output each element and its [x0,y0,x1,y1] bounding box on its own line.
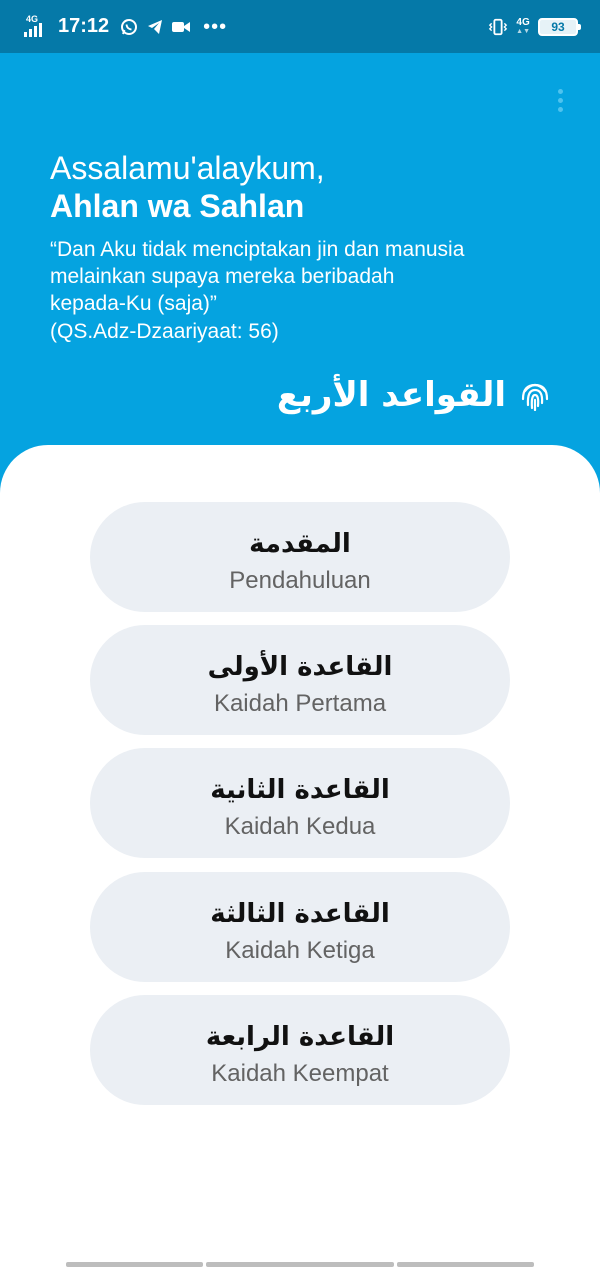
video-camera-icon [171,17,191,37]
navigation-handle [0,1261,600,1267]
menu-panel: المقدمة Pendahuluan القاعدة الأولى Kaida… [0,445,600,1267]
menu-card-arabic: القاعدة الثالثة [210,899,390,929]
menu-card-arabic: القاعدة الأولى [207,652,393,682]
menu-card-label: Pendahuluan [229,567,371,594]
menu-card-kaidah-keempat[interactable]: القاعدة الرابعة Kaidah Keempat [90,995,510,1105]
app-title: القواعد الأربع [276,375,506,415]
network-type-right: 4G ▲▼ [516,17,530,36]
status-bar-right: 4G ▲▼ 93 [488,17,581,37]
greeting-bold-text: Ahlan wa Sahlan [50,188,305,224]
network-type-right-label: 4G [516,17,530,28]
menu-card-kaidah-pertama[interactable]: القاعدة الأولى Kaidah Pertama [90,625,510,735]
menu-card-label: Kaidah Kedua [224,813,376,840]
fingerprint-icon [520,379,550,411]
menu-card-kaidah-ketiga[interactable]: القاعدة الثالثة Kaidah Ketiga [90,872,510,982]
quote-text: “Dan Aku tidak menciptakan jin dan manus… [50,238,465,315]
status-bar-left: 4G 17:12 ••• [24,14,228,38]
overflow-menu-icon[interactable] [548,85,572,115]
battery-icon: 93 [538,17,581,36]
quote-reference: (QS.Adz-Dzaariyaat: 56) [50,320,279,343]
more-notifications-icon: ••• [203,15,228,38]
menu-card-arabic: المقدمة [249,529,351,559]
battery-level: 93 [551,19,565,34]
vibrate-icon [488,17,508,37]
menu-card-label: Kaidah Ketiga [225,937,375,964]
signal-icon: 4G [24,14,50,38]
menu-card-label: Kaidah Keempat [211,1060,389,1087]
menu-card-arabic: القاعدة الرابعة [205,1022,395,1052]
menu-card-kaidah-kedua[interactable]: القاعدة الثانية Kaidah Kedua [90,748,510,858]
menu-card-arabic: القاعدة الثانية [210,775,390,805]
status-bar: 4G 17:12 ••• 4G ▲▼ 93 [0,0,600,53]
telegram-icon [145,17,165,37]
clock-time: 17:12 [58,15,110,37]
app-brand: القواعد الأربع [277,375,550,415]
data-arrows-icon: ▲▼ [516,28,530,35]
greeting-text: Assalamu'alaykum, [50,150,325,186]
menu-card-label: Kaidah Pertama [213,690,387,717]
menu-card-pendahuluan[interactable]: المقدمة Pendahuluan [90,502,510,612]
whatsapp-icon [119,17,139,37]
header: Assalamu'alaykum, Ahlan wa Sahlan “Dan A… [0,53,600,493]
